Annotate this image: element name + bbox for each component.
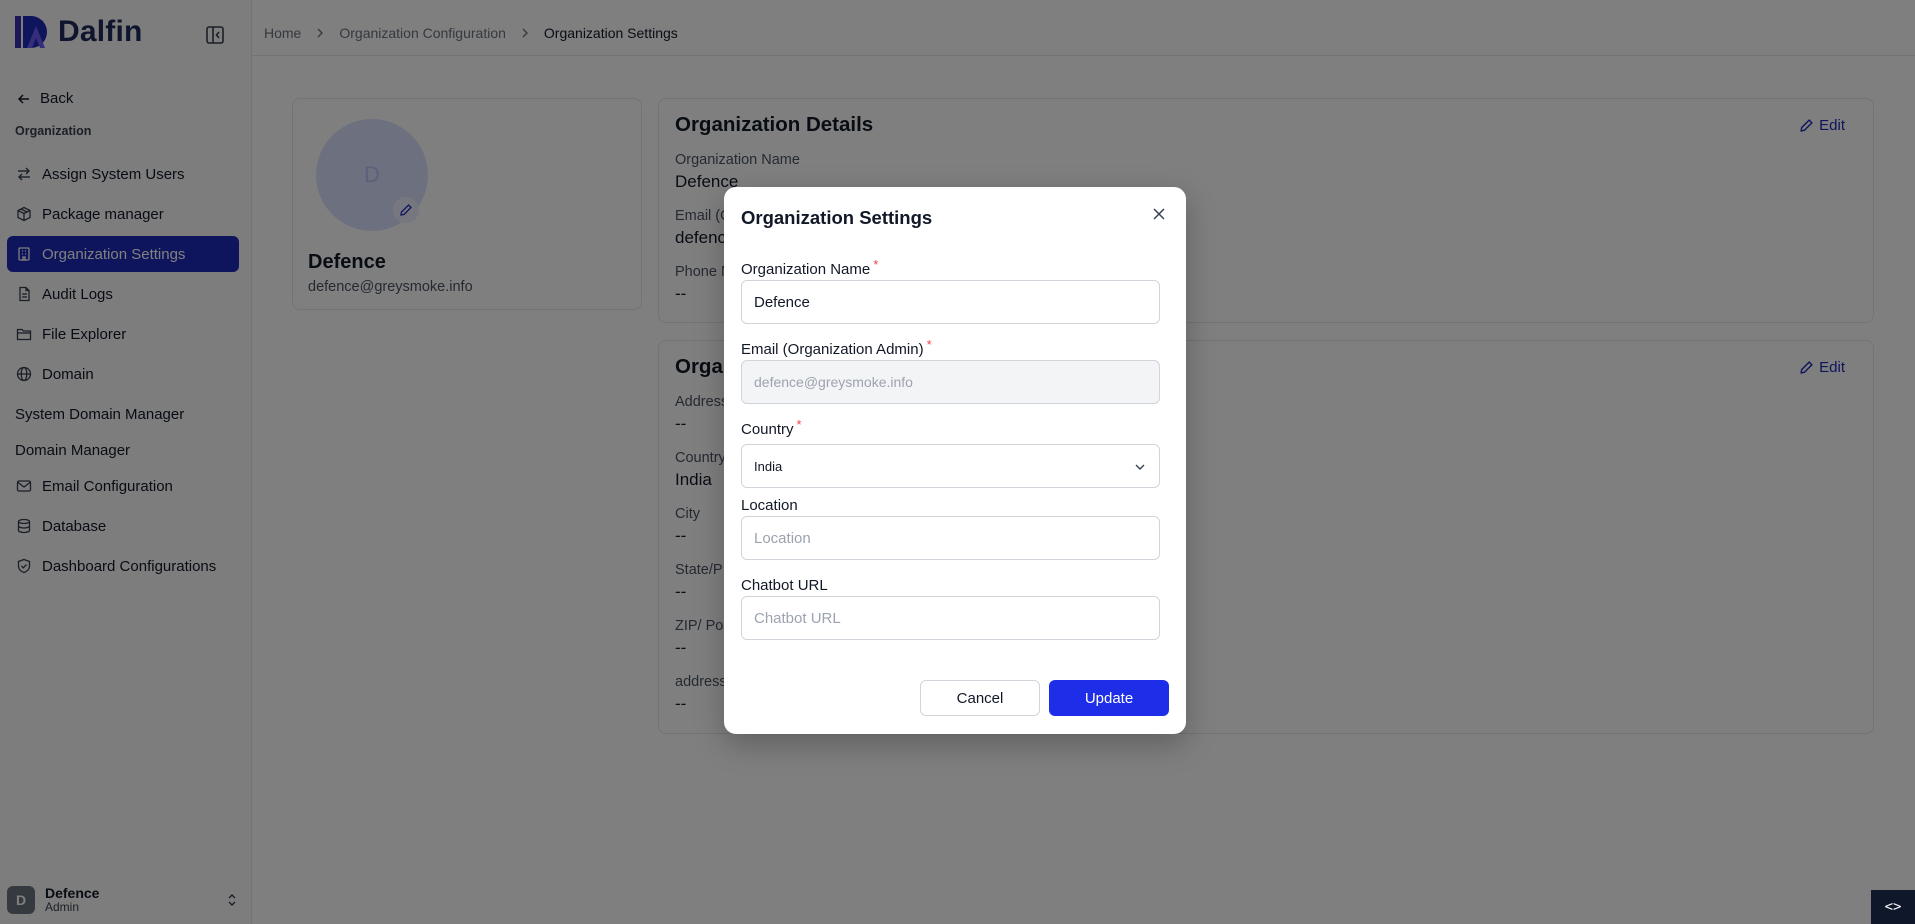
email-label-text: Email (Organization Admin) <box>741 341 924 358</box>
email-label: Email (Organization Admin) * <box>741 337 932 358</box>
country-label: Country * <box>741 417 802 438</box>
dev-tools-toggle[interactable]: <> <box>1871 890 1915 924</box>
location-input[interactable] <box>741 516 1160 560</box>
chevron-down-icon <box>1135 464 1145 470</box>
required-marker: * <box>796 417 802 432</box>
organization-settings-modal: Organization Settings Organization Name *… <box>724 187 1186 734</box>
email-input <box>741 360 1160 404</box>
modal-title: Organization Settings <box>741 207 933 228</box>
update-button[interactable]: Update <box>1049 680 1169 716</box>
country-selected-value: India <box>754 458 783 474</box>
required-marker: * <box>926 337 932 352</box>
country-label-text: Country <box>741 421 794 438</box>
chatbot-url-input[interactable] <box>741 596 1160 640</box>
location-label: Location <box>741 497 798 514</box>
required-marker: * <box>873 257 879 272</box>
country-select[interactable]: India <box>741 444 1160 488</box>
org-name-input[interactable] <box>741 280 1160 324</box>
chatbot-url-label: Chatbot URL <box>741 577 828 594</box>
org-name-label: Organization Name * <box>741 257 878 278</box>
org-name-label-text: Organization Name <box>741 261 871 278</box>
cancel-button[interactable]: Cancel <box>920 680 1040 716</box>
close-icon[interactable] <box>1148 203 1170 225</box>
